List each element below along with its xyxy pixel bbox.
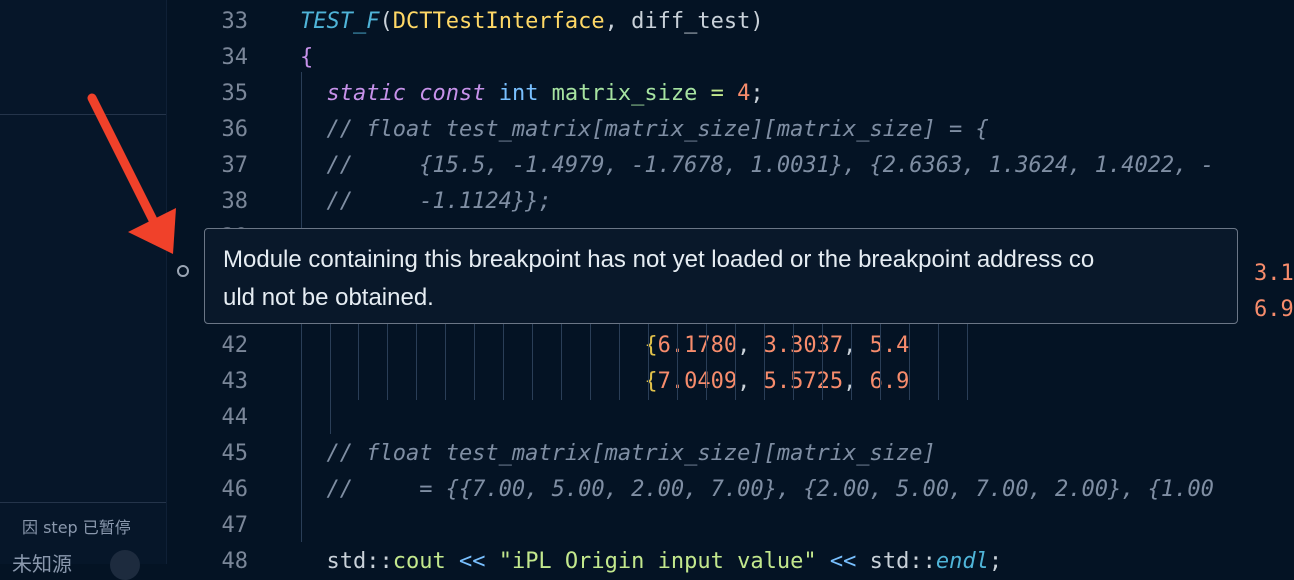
code-token: // -1.1124}}; [300,189,552,214]
code-token: 5.5725 [763,369,844,394]
line-number: 38 [221,189,249,214]
indent-guide [793,324,794,400]
line-number: 43 [221,369,249,394]
code-token: // float test_matrix[matrix_size][matrix… [300,441,936,466]
line-number: 36 [221,117,249,142]
indent-guide [880,324,881,400]
code-token: matrix_size [538,81,698,106]
code-line[interactable]: // -1.1124}}; [300,184,552,220]
indent-guide [590,324,591,400]
indent-guide [503,324,504,400]
indent-guide [764,324,765,400]
code-token: 6.1780 [657,333,738,358]
code-token: ( [379,9,393,34]
indent-guide [822,324,823,400]
code-token: , [737,333,764,358]
code-line[interactable]: std::cout << "iPL Origin input value" <<… [300,544,1002,580]
line-number: 45 [221,441,249,466]
debug-sidebar: 因 step 已暂停 未知源 [0,0,166,580]
code-token: { [300,369,658,394]
code-line[interactable]: TEST_F(DCTTestInterface, diff_test) [300,4,764,40]
indent-guide [648,324,649,400]
unknown-source-label[interactable]: 未知源 [12,548,72,577]
line-number: 47 [221,513,249,538]
indent-guide [967,324,968,400]
code-token: cout [392,549,446,574]
line-number: 37 [221,153,249,178]
code-token: ; [750,81,764,106]
code-token: int [485,81,539,106]
line-number: 48 [221,549,249,574]
indent-guide [416,324,417,400]
code-fragment: 6.9 [1254,297,1294,322]
code-token: std:: [856,549,936,574]
code-token: = [697,81,724,106]
indent-guide [735,324,736,400]
code-token: , [737,369,764,394]
sidebar-divider [0,502,166,503]
code-token: // = {{7.00, 5.00, 2.00, 7.00}, {2.00, 5… [300,477,1214,502]
line-number: 33 [221,9,249,34]
code-token: 7.0409 [657,369,738,394]
indent-guide [851,324,852,400]
code-token: const [405,81,486,106]
paused-status-label: 因 step 已暂停 [22,518,131,537]
stack-frame-badge[interactable] [110,550,140,580]
indent-guide [387,324,388,400]
code-token: , [843,369,870,394]
unverified-breakpoint-icon[interactable] [177,265,189,277]
code-token: DCTTestInterface [392,9,605,34]
code-token: { [300,45,314,70]
breakpoint-tooltip: Module containing this breakpoint has no… [204,228,1238,324]
code-line[interactable]: { [300,40,313,76]
code-token: static [300,81,406,106]
code-line[interactable]: // {15.5, -1.4979, -1.7678, 1.0031}, {2.… [300,148,1214,184]
code-token: "iPL Origin input value" [485,549,817,574]
code-line[interactable]: // float test_matrix[matrix_size][matrix… [300,112,989,148]
code-line[interactable]: {6.1780, 3.3037, 5.4 [300,328,909,364]
code-token: 5.4 [869,333,910,358]
code-line[interactable]: // = {{7.00, 5.00, 2.00, 7.00}, {2.00, 5… [300,472,1214,508]
code-token: , diff_test) [604,9,764,34]
code-token: << [816,549,857,574]
line-number: 42 [221,333,249,358]
indent-guide [561,324,562,400]
code-token: ; [988,549,1003,574]
red-arrow-annotation [87,93,176,254]
line-number: 35 [221,81,249,106]
code-token: { [300,333,658,358]
indent-guide [532,324,533,400]
code-token: endl [935,549,989,574]
code-token: 3.3037 [763,333,844,358]
indent-guide [330,324,331,434]
code-fragment: 3.1 [1254,261,1294,286]
indent-guide [677,324,678,400]
code-line[interactable]: static const int matrix_size = 4; [300,76,764,112]
code-token: TEST_F [300,9,380,34]
indent-guide [474,324,475,400]
code-token: // float test_matrix[matrix_size][matrix… [300,117,989,142]
code-token: std:: [300,549,393,574]
code-line[interactable]: {7.0409, 5.5725, 6.9 [300,364,909,400]
gutter-divider [166,0,167,564]
line-number: 44 [221,405,249,430]
indent-guide [358,324,359,400]
code-token: // {15.5, -1.4979, -1.7678, 1.0031}, {2.… [300,153,1214,178]
indent-guide [938,324,939,400]
code-token: 6.9 [869,369,910,394]
code-line[interactable]: // float test_matrix[matrix_size][matrix… [300,436,936,472]
indent-guide [909,324,910,400]
code-token: << [445,549,486,574]
line-number: 34 [221,45,249,70]
indent-guide [619,324,620,400]
indent-guide [706,324,707,400]
code-token: 4 [723,81,751,106]
code-token: , [843,333,870,358]
indent-guide [445,324,446,400]
line-number: 46 [221,477,249,502]
